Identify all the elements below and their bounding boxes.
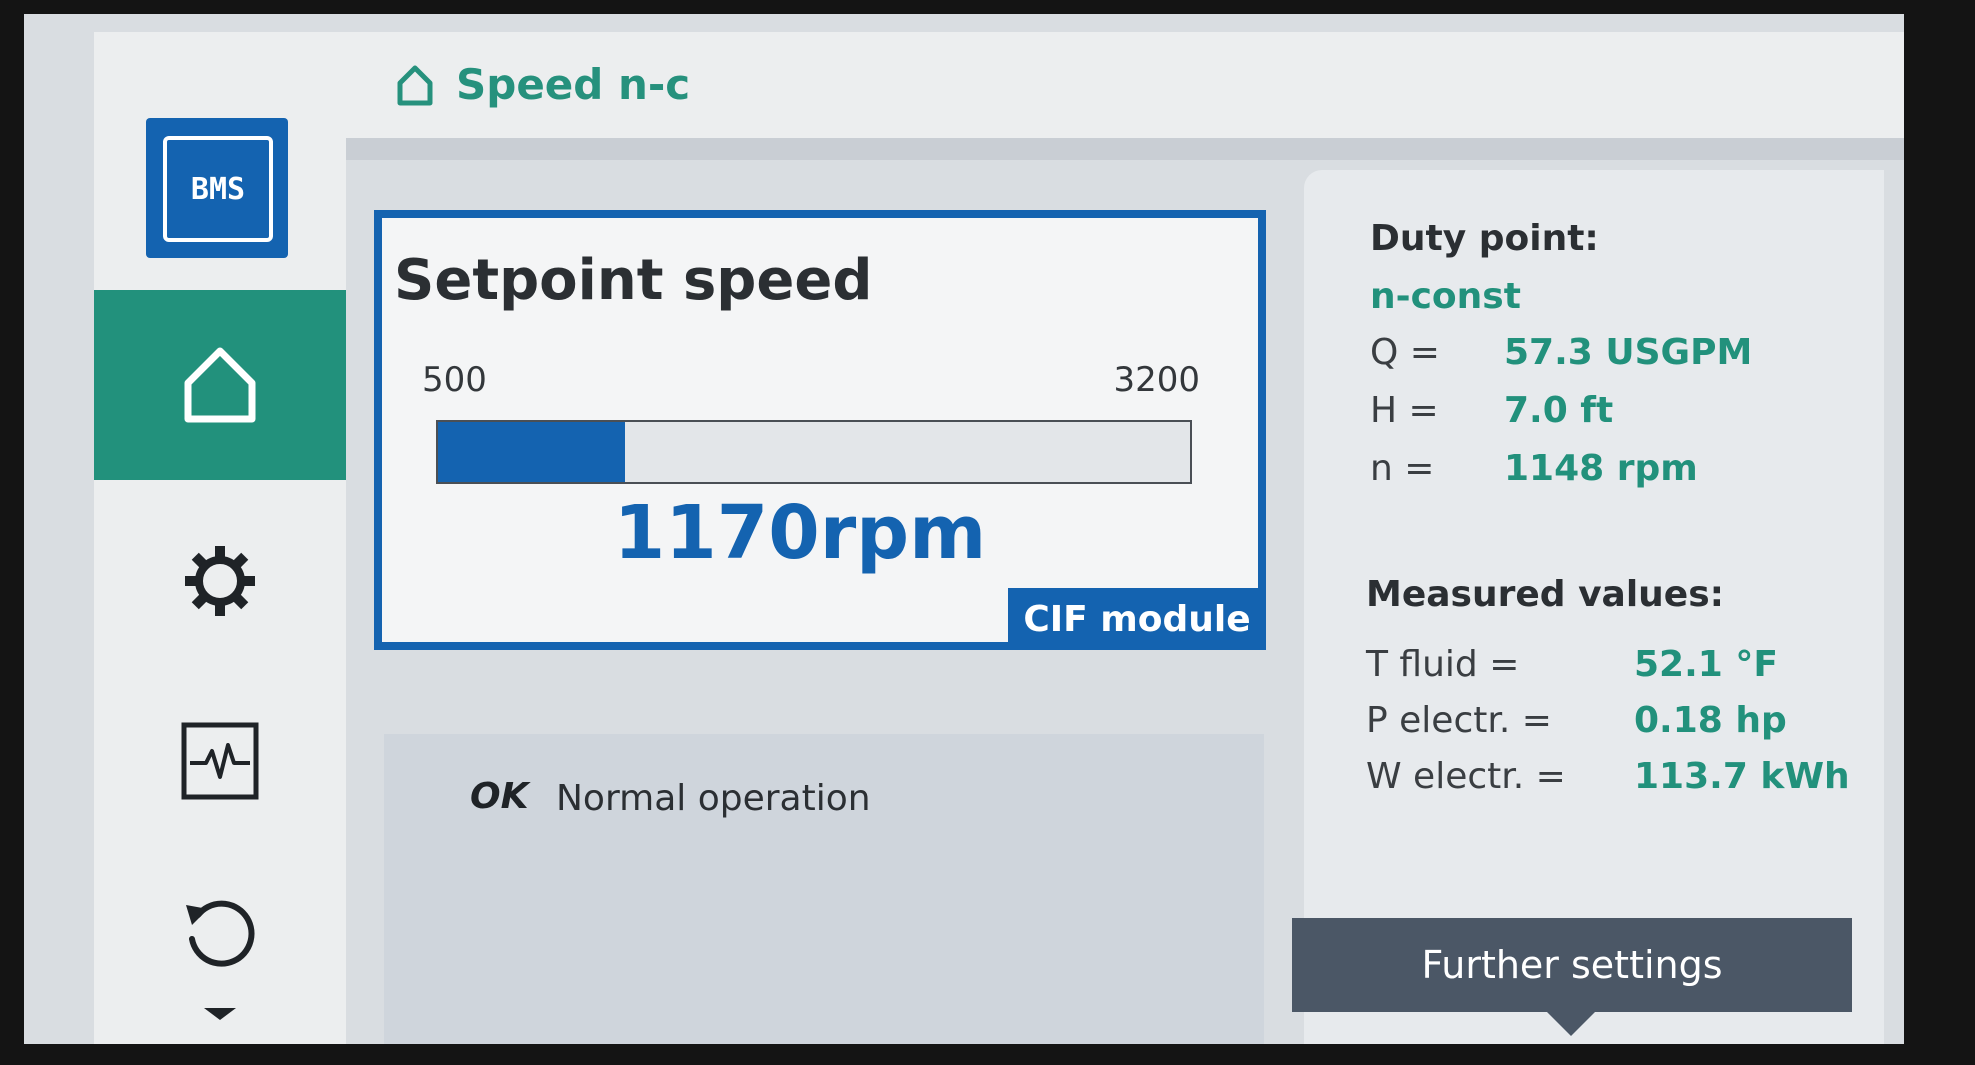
status-code: OK bbox=[470, 776, 529, 817]
setpoint-slider-fill bbox=[438, 422, 625, 482]
further-settings-button[interactable]: Further settings bbox=[1292, 918, 1852, 1036]
setpoint-min-label: 500 bbox=[422, 360, 487, 400]
measured-welectr-label: W electr. = bbox=[1366, 756, 1566, 797]
home-outline-icon bbox=[397, 65, 433, 105]
home-icon bbox=[184, 347, 256, 423]
setpoint-slider[interactable] bbox=[436, 420, 1192, 484]
measured-pelectr-value: 0.18 hp bbox=[1634, 700, 1787, 741]
header-bar: Speed n-c bbox=[346, 32, 1904, 138]
further-settings-pointer bbox=[1547, 1012, 1595, 1036]
header-divider bbox=[346, 138, 1904, 160]
sidebar-item-home[interactable] bbox=[94, 290, 346, 480]
info-panel: Duty point: n-const Q = 57.3 USGPM H = 7… bbox=[1304, 170, 1884, 1044]
setpoint-value: 1170rpm bbox=[613, 490, 987, 576]
undo-icon bbox=[186, 900, 255, 967]
page-title: Speed n-c bbox=[456, 60, 691, 109]
source-tag: CIF module bbox=[1008, 588, 1266, 650]
measured-heading: Measured values: bbox=[1366, 574, 1725, 615]
duty-point-mode: n-const bbox=[1370, 276, 1521, 317]
measured-tfluid-label: T fluid = bbox=[1366, 644, 1520, 685]
sidebar-item-settings[interactable] bbox=[94, 506, 346, 656]
sidebar-item-diagnostics[interactable] bbox=[94, 686, 346, 836]
duty-n-label: n = bbox=[1370, 448, 1435, 489]
status-panel: OK Normal operation bbox=[384, 734, 1264, 1044]
pump-display: BMS Speed n-c Setpoint speed 500 3200 11… bbox=[24, 14, 1904, 1044]
measured-tfluid-value: 52.1 °F bbox=[1634, 644, 1778, 685]
sidebar: BMS bbox=[94, 32, 346, 1044]
setpoint-speed-card[interactable]: Setpoint speed 500 3200 1170rpm CIF modu… bbox=[374, 210, 1266, 650]
duty-n-value: 1148 rpm bbox=[1504, 448, 1698, 489]
duty-q-label: Q = bbox=[1370, 332, 1440, 373]
measured-welectr-value: 113.7 kWh bbox=[1634, 756, 1850, 797]
duty-point-heading: Duty point: bbox=[1370, 218, 1599, 259]
breadcrumb: Speed n-c bbox=[396, 60, 690, 109]
duty-h-value: 7.0 ft bbox=[1504, 390, 1614, 431]
further-settings-label: Further settings bbox=[1421, 943, 1723, 987]
gear-icon bbox=[185, 546, 255, 616]
pulse-monitor-icon bbox=[181, 722, 259, 800]
status-text: Normal operation bbox=[556, 778, 871, 819]
bms-label: BMS bbox=[163, 136, 273, 242]
bms-button[interactable]: BMS bbox=[146, 118, 288, 258]
setpoint-max-label: 3200 bbox=[1113, 360, 1200, 400]
chevron-down-icon bbox=[204, 1008, 236, 1020]
sidebar-scroll-down[interactable] bbox=[94, 984, 346, 1044]
measured-pelectr-label: P electr. = bbox=[1366, 700, 1552, 741]
duty-q-value: 57.3 USGPM bbox=[1504, 332, 1753, 373]
setpoint-title: Setpoint speed bbox=[394, 248, 873, 313]
duty-h-label: H = bbox=[1370, 390, 1439, 431]
